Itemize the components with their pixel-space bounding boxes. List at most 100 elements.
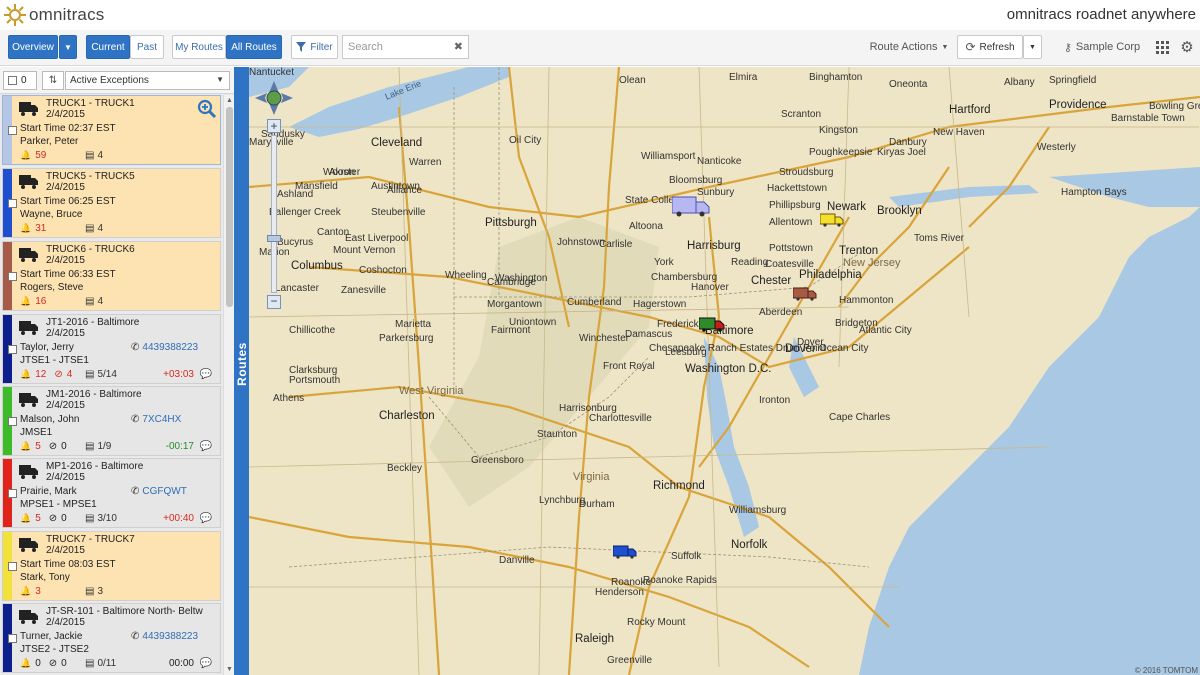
logo[interactable]: omnitracs <box>4 4 105 26</box>
map-city-label: Greenville <box>607 655 653 666</box>
search-input[interactable] <box>348 41 453 53</box>
message-icon[interactable]: 💬 <box>200 513 212 524</box>
map-city-label: Front Royal <box>603 361 655 372</box>
map-vehicle-truck7[interactable] <box>820 213 844 227</box>
message-icon[interactable]: 💬 <box>200 441 212 452</box>
sort-button[interactable]: ⇅ <box>42 71 64 90</box>
map-city-label: Coshocton <box>359 265 407 276</box>
map-city-label: Marietta <box>395 319 432 330</box>
toolbar: Overview ▼ Current Past My Routes All Ro… <box>0 30 1200 66</box>
route-card[interactable]: JM1-2016 - Baltimore 2/4/2015 Malson, John… <box>2 386 221 456</box>
truck-icon <box>19 538 38 552</box>
zoom-out-button[interactable]: − <box>267 295 281 309</box>
route-card[interactable]: MP1-2016 - Baltimore 2/4/2015 Prairie, Mar… <box>2 458 221 528</box>
refresh-dropdown-button[interactable]: ▼ <box>1023 35 1042 59</box>
route-stats: 🔔 5 ⊘ 0 <box>20 441 67 452</box>
truck-icon <box>19 248 38 262</box>
overview-button[interactable]: Overview <box>8 35 58 59</box>
route-checkbox[interactable] <box>8 489 17 498</box>
route-checkbox[interactable] <box>8 417 17 426</box>
map-city-label: Chester <box>751 275 792 287</box>
map-state-label: New Jersey <box>843 257 901 269</box>
map-view[interactable]: Cleveland Pittsburgh Columbus Harrisburg Phi… <box>249 67 1200 675</box>
route-checkbox[interactable] <box>8 345 17 354</box>
stops-icon: ▤ <box>85 223 95 234</box>
settings-gear-icon[interactable]: ⚙ <box>1177 35 1197 59</box>
map-vehicle-truck6[interactable] <box>793 287 817 301</box>
route-actions-menu[interactable]: Route Actions ▼ <box>866 35 952 59</box>
past-button[interactable]: Past <box>130 35 164 59</box>
stop-count: ▤ 3 <box>85 586 103 597</box>
key-icon: ⚷ <box>1063 41 1072 54</box>
overview-dropdown-button[interactable]: ▼ <box>59 35 77 59</box>
stops-icon: ▤ <box>85 586 95 597</box>
current-button[interactable]: Current <box>86 35 130 59</box>
refresh-button[interactable]: ⟳ Refresh <box>957 35 1023 59</box>
filter-button[interactable]: Filter <box>291 35 338 59</box>
driver-phone[interactable]: ✆ 4439388223 <box>131 342 198 353</box>
map-city-label: Washington <box>495 273 548 284</box>
route-list-scrollbar[interactable]: ▲ ▼ <box>223 95 234 675</box>
clock-icon: ⊘ <box>54 369 63 380</box>
routes-side-tab[interactable]: Routes <box>234 67 249 675</box>
map-city-label: Danville <box>499 555 535 566</box>
scrollbar-thumb[interactable] <box>226 107 233 307</box>
route-card[interactable]: JT1-2016 - Baltimore 2/4/2015 Taylor, Jerr… <box>2 314 221 384</box>
zoom-to-route-icon[interactable] <box>197 99 217 119</box>
route-card[interactable]: TRUCK7 - TRUCK7 2/4/2015 Start Time 08:03 … <box>2 531 221 601</box>
driver-phone[interactable]: ✆ 7XC4HX <box>131 414 181 425</box>
message-icon[interactable]: 💬 <box>200 658 212 669</box>
map-navigation-control[interactable] <box>255 81 293 115</box>
routes-panel: 0 ⇅ Active Exceptions ▼ TRUCK1 - TRUCK1 2… <box>0 67 234 675</box>
route-checkbox[interactable] <box>8 272 17 281</box>
map-city-label: Pottstown <box>769 243 813 254</box>
driver-phone[interactable]: ✆ CGFQWT <box>131 486 187 497</box>
map-vehicle-truck5[interactable] <box>613 545 637 559</box>
map-city-label: Cleveland <box>371 137 423 149</box>
message-icon[interactable]: 💬 <box>200 369 212 380</box>
map-city-label: Fairmont <box>491 325 531 336</box>
route-checkbox[interactable] <box>8 199 17 208</box>
map-city-label: Brooklyn <box>877 205 922 217</box>
map-vehicle-baltimore-group[interactable] <box>699 317 725 333</box>
route-stats: 🔔 12 ⊘ 4 <box>20 369 72 380</box>
driver-phone[interactable]: ✆ 4439388223 <box>131 631 198 642</box>
route-checkbox[interactable] <box>8 634 17 643</box>
late-count: 4 <box>66 369 73 380</box>
stops-icon: ▤ <box>85 513 95 524</box>
route-card[interactable]: TRUCK6 - TRUCK6 2/4/2015 Start Time 06:33 … <box>2 241 221 311</box>
zoom-track[interactable] <box>271 135 277 293</box>
zoom-slider[interactable]: + − <box>267 119 281 309</box>
exception-filter-select[interactable]: Active Exceptions ▼ <box>65 71 230 90</box>
map-city-label: Hanover <box>691 282 729 293</box>
map-city-label: Staunton <box>537 429 578 440</box>
route-card[interactable]: TRUCK5 - TRUCK5 2/4/2015 Start Time 06:25 … <box>2 168 221 238</box>
map-city-label: Damascus <box>625 329 673 340</box>
all-routes-button[interactable]: All Routes <box>226 35 282 59</box>
route-checkbox[interactable] <box>8 126 17 135</box>
map-city-label: Winchester <box>579 333 630 344</box>
truck-icon <box>19 175 38 189</box>
scroll-up-icon[interactable]: ▲ <box>226 97 233 104</box>
select-all-checkbox[interactable]: 0 <box>3 71 37 90</box>
route-checkbox[interactable] <box>8 562 17 571</box>
map-vehicle-truck1[interactable] <box>672 195 710 217</box>
zoom-handle[interactable] <box>267 235 281 242</box>
route-name: TRUCK7 - TRUCK7 <box>46 534 135 545</box>
map-city-label: Poughkeepsie <box>809 147 873 158</box>
my-routes-button[interactable]: My Routes <box>172 35 226 59</box>
map-city-label: Mansfield <box>295 181 338 192</box>
map-city-label: Allentown <box>769 217 813 228</box>
route-name: TRUCK5 - TRUCK5 <box>46 171 135 182</box>
stops-icon: ▤ <box>85 658 95 669</box>
clear-search-icon[interactable]: ✖ <box>454 40 463 53</box>
scroll-down-icon[interactable]: ▼ <box>226 666 233 673</box>
route-card[interactable]: TRUCK1 - TRUCK1 2/4/2015 Start Time 02:37 … <box>2 95 221 165</box>
exception-count: 3 <box>35 586 41 597</box>
map-city-label: East Liverpool <box>345 233 409 244</box>
account-menu[interactable]: ⚷ Sample Corp <box>1060 35 1144 59</box>
route-card[interactable]: JT-SR-101 - Baltimore North- Beltw 2/4/20… <box>2 603 221 673</box>
apps-grid-icon[interactable] <box>1153 35 1171 59</box>
zoom-in-button[interactable]: + <box>267 119 281 133</box>
map-city-label: Ocean City <box>819 343 869 354</box>
